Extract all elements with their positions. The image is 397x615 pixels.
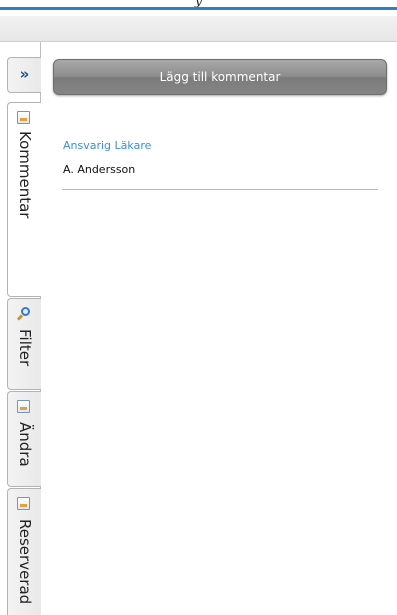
tab-kommentar[interactable]: Kommentar [7, 102, 41, 297]
tab-filter[interactable]: Filter [7, 298, 41, 390]
collapse-panel-button[interactable]: » [7, 57, 41, 93]
title-accent-line [0, 7, 397, 10]
comment-panel: Lägg till kommentar Ansvarig Läkare A. A… [41, 42, 397, 615]
document-icon [17, 400, 30, 413]
field-divider [62, 189, 378, 190]
toolbar [0, 16, 397, 42]
tab-andra-label: Ändra [16, 422, 34, 467]
document-icon [17, 111, 30, 124]
tab-reserverad-label: Reserverad [16, 519, 34, 605]
responsible-doctor-label: Ansvarig Läkare [63, 139, 152, 152]
responsible-doctor-value: A. Andersson [63, 163, 136, 176]
document-icon [17, 497, 30, 510]
double-chevron-right-icon: » [19, 65, 30, 83]
tab-reserverad[interactable]: Reserverad [7, 488, 41, 615]
window-title-bar: y [0, 0, 397, 10]
magnifier-icon [16, 307, 30, 321]
add-comment-button[interactable]: Lägg till kommentar [53, 59, 387, 95]
tab-andra[interactable]: Ändra [7, 391, 41, 487]
side-tab-strip: » Kommentar Filter Ändra Reserverad [0, 42, 42, 615]
tab-filter-label: Filter [16, 329, 34, 367]
tab-kommentar-label: Kommentar [16, 131, 34, 219]
